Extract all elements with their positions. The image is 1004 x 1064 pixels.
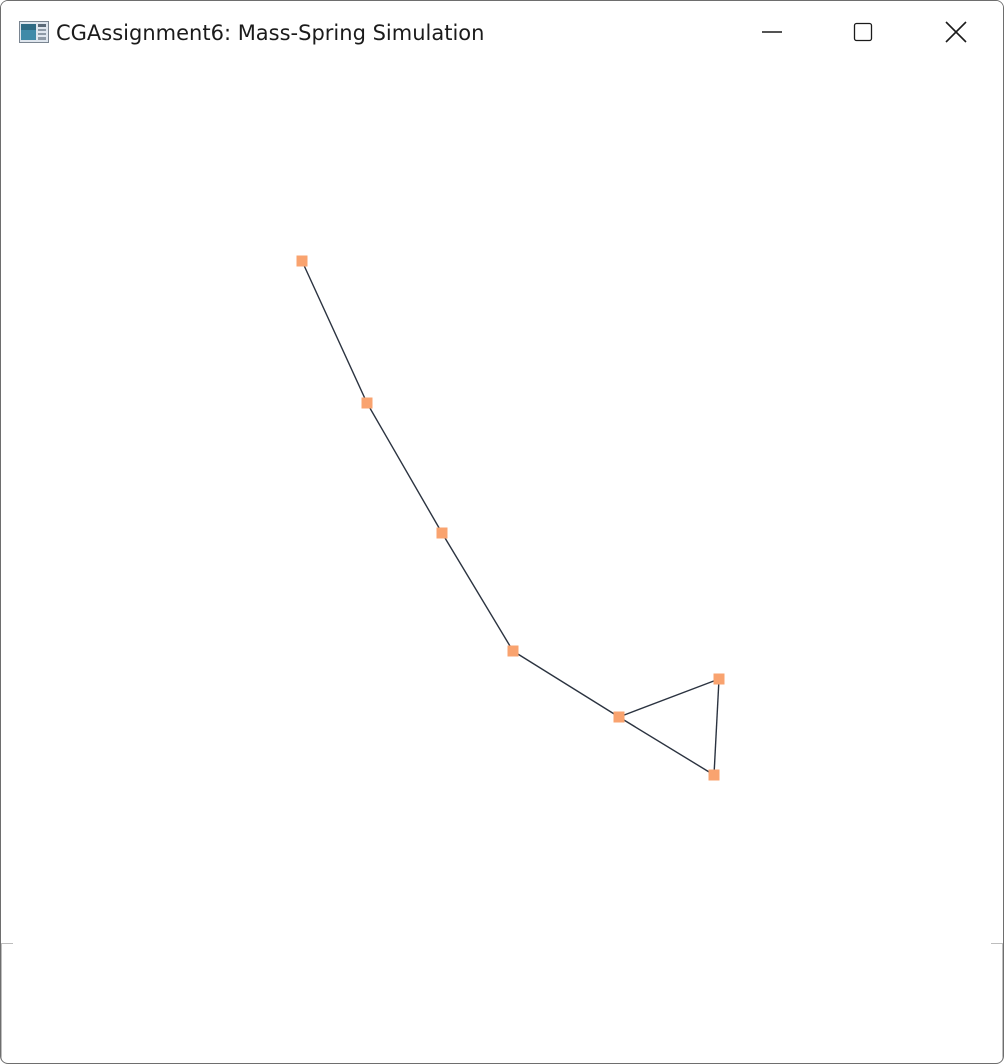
spring-5-6 (713, 678, 720, 776)
minimize-icon (762, 31, 782, 33)
simulation-canvas[interactable] (1, 63, 1003, 1063)
spring-0-1 (301, 260, 368, 404)
minimize-button[interactable] (727, 1, 817, 63)
application-window-icon (19, 21, 49, 43)
spring-4-5 (618, 678, 720, 718)
close-icon (945, 21, 967, 43)
spring-3-4 (512, 650, 620, 718)
title-bar[interactable]: CGAssignment6: Mass-Spring Simulation (1, 1, 1003, 63)
maximize-icon (853, 22, 873, 42)
mass-point-6[interactable] (708, 769, 720, 781)
window-title: CGAssignment6: Mass-Spring Simulation (56, 21, 485, 45)
springs-layer (301, 260, 720, 776)
mass-point-3[interactable] (507, 645, 519, 657)
mass-point-0[interactable] (296, 255, 308, 267)
mass-point-2[interactable] (436, 527, 448, 539)
maximize-button[interactable] (818, 1, 908, 63)
mass-point-4[interactable] (613, 711, 625, 723)
mass-point-1[interactable] (361, 397, 373, 409)
spring-4-6 (618, 716, 715, 776)
close-button[interactable] (911, 1, 1001, 63)
spring-2-3 (441, 532, 514, 652)
app-window: CGAssignment6: Mass-Spring Simulation (0, 0, 1004, 1064)
mass-point-5[interactable] (713, 673, 725, 685)
spring-1-2 (366, 402, 443, 534)
